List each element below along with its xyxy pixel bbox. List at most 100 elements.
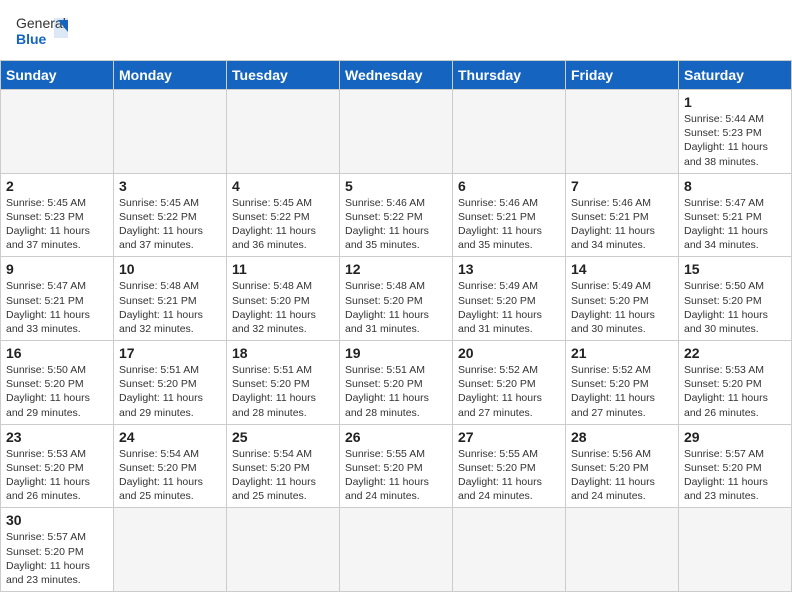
calendar-cell: 8 Sunrise: 5:47 AM Sunset: 5:21 PM Daylig… <box>679 173 792 257</box>
day-number: 21 <box>571 345 673 361</box>
weekday-header-friday: Friday <box>566 61 679 90</box>
day-number: 17 <box>119 345 221 361</box>
calendar-cell: 15 Sunrise: 5:50 AM Sunset: 5:20 PM Dayli… <box>679 257 792 341</box>
calendar-cell <box>114 508 227 592</box>
calendar-cell: 5Sunrise: 5:46 AM Sunset: 5:22 PM Daylig… <box>340 173 453 257</box>
day-info: Sunrise: 5:45 AM Sunset: 5:23 PM Dayligh… <box>6 196 108 253</box>
day-info: Sunrise: 5:45 AM Sunset: 5:22 PM Dayligh… <box>119 196 221 253</box>
day-info: Sunrise: 5:51 AM Sunset: 5:20 PM Dayligh… <box>345 363 447 420</box>
day-number: 25 <box>232 429 334 445</box>
calendar-cell: 2 Sunrise: 5:45 AM Sunset: 5:23 PM Daylig… <box>1 173 114 257</box>
day-info: Sunrise: 5:47 AM Sunset: 5:21 PM Dayligh… <box>6 279 108 336</box>
calendar-cell: 29 Sunrise: 5:57 AM Sunset: 5:20 PM Dayli… <box>679 424 792 508</box>
day-info: Sunrise: 5:44 AM Sunset: 5:23 PM Dayligh… <box>684 112 786 169</box>
svg-text:Blue: Blue <box>16 31 47 47</box>
weekday-header-sunday: Sunday <box>1 61 114 90</box>
day-info: Sunrise: 5:52 AM Sunset: 5:20 PM Dayligh… <box>571 363 673 420</box>
day-info: Sunrise: 5:48 AM Sunset: 5:20 PM Dayligh… <box>232 279 334 336</box>
calendar-cell <box>114 90 227 174</box>
weekday-header-tuesday: Tuesday <box>227 61 340 90</box>
calendar-cell: 6 Sunrise: 5:46 AM Sunset: 5:21 PM Daylig… <box>453 173 566 257</box>
day-info: Sunrise: 5:49 AM Sunset: 5:20 PM Dayligh… <box>458 279 560 336</box>
day-number: 9 <box>6 261 108 277</box>
calendar-cell: 19 Sunrise: 5:51 AM Sunset: 5:20 PM Dayli… <box>340 341 453 425</box>
day-info: Sunrise: 5:47 AM Sunset: 5:21 PM Dayligh… <box>684 196 786 253</box>
calendar-cell: 22Sunrise: 5:53 AM Sunset: 5:20 PM Dayli… <box>679 341 792 425</box>
calendar-cell: 1 Sunrise: 5:44 AM Sunset: 5:23 PM Daylig… <box>679 90 792 174</box>
day-number: 29 <box>684 429 786 445</box>
day-number: 23 <box>6 429 108 445</box>
day-number: 12 <box>345 261 447 277</box>
day-info: Sunrise: 5:55 AM Sunset: 5:20 PM Dayligh… <box>345 447 447 504</box>
calendar-cell: 12 Sunrise: 5:48 AM Sunset: 5:20 PM Dayli… <box>340 257 453 341</box>
calendar-cell <box>1 90 114 174</box>
calendar-cell <box>340 508 453 592</box>
day-number: 8 <box>684 178 786 194</box>
day-number: 16 <box>6 345 108 361</box>
day-info: Sunrise: 5:48 AM Sunset: 5:20 PM Dayligh… <box>345 279 447 336</box>
calendar-cell: 24 Sunrise: 5:54 AM Sunset: 5:20 PM Dayli… <box>114 424 227 508</box>
calendar-cell <box>679 508 792 592</box>
calendar-cell: 17 Sunrise: 5:51 AM Sunset: 5:20 PM Dayli… <box>114 341 227 425</box>
day-info: Sunrise: 5:51 AM Sunset: 5:20 PM Dayligh… <box>232 363 334 420</box>
calendar-cell: 7 Sunrise: 5:46 AM Sunset: 5:21 PM Daylig… <box>566 173 679 257</box>
day-info: Sunrise: 5:51 AM Sunset: 5:20 PM Dayligh… <box>119 363 221 420</box>
day-number: 28 <box>571 429 673 445</box>
day-number: 19 <box>345 345 447 361</box>
day-number: 4 <box>232 178 334 194</box>
day-number: 2 <box>6 178 108 194</box>
day-number: 7 <box>571 178 673 194</box>
day-number: 11 <box>232 261 334 277</box>
calendar-cell: 26 Sunrise: 5:55 AM Sunset: 5:20 PM Dayli… <box>340 424 453 508</box>
day-number: 30 <box>6 512 108 528</box>
calendar-cell: 27Sunrise: 5:55 AM Sunset: 5:20 PM Dayli… <box>453 424 566 508</box>
day-number: 14 <box>571 261 673 277</box>
day-info: Sunrise: 5:46 AM Sunset: 5:22 PM Dayligh… <box>345 196 447 253</box>
day-number: 15 <box>684 261 786 277</box>
day-number: 26 <box>345 429 447 445</box>
day-info: Sunrise: 5:56 AM Sunset: 5:20 PM Dayligh… <box>571 447 673 504</box>
calendar: SundayMondayTuesdayWednesdayThursdayFrid… <box>0 60 792 592</box>
day-info: Sunrise: 5:50 AM Sunset: 5:20 PM Dayligh… <box>6 363 108 420</box>
calendar-cell: 23 Sunrise: 5:53 AM Sunset: 5:20 PM Dayli… <box>1 424 114 508</box>
day-info: Sunrise: 5:53 AM Sunset: 5:20 PM Dayligh… <box>6 447 108 504</box>
day-number: 6 <box>458 178 560 194</box>
calendar-cell <box>227 508 340 592</box>
day-info: Sunrise: 5:54 AM Sunset: 5:20 PM Dayligh… <box>232 447 334 504</box>
day-info: Sunrise: 5:46 AM Sunset: 5:21 PM Dayligh… <box>458 196 560 253</box>
calendar-cell: 20 Sunrise: 5:52 AM Sunset: 5:20 PM Dayli… <box>453 341 566 425</box>
day-info: Sunrise: 5:52 AM Sunset: 5:20 PM Dayligh… <box>458 363 560 420</box>
logo: General Blue <box>16 10 68 54</box>
calendar-cell <box>566 508 679 592</box>
calendar-cell: 28 Sunrise: 5:56 AM Sunset: 5:20 PM Dayli… <box>566 424 679 508</box>
calendar-cell: 9 Sunrise: 5:47 AM Sunset: 5:21 PM Daylig… <box>1 257 114 341</box>
logo-icon: General Blue <box>16 10 68 54</box>
day-info: Sunrise: 5:57 AM Sunset: 5:20 PM Dayligh… <box>6 530 108 587</box>
calendar-cell: 10 Sunrise: 5:48 AM Sunset: 5:21 PM Dayli… <box>114 257 227 341</box>
calendar-cell <box>340 90 453 174</box>
weekday-header-wednesday: Wednesday <box>340 61 453 90</box>
day-number: 10 <box>119 261 221 277</box>
day-info: Sunrise: 5:57 AM Sunset: 5:20 PM Dayligh… <box>684 447 786 504</box>
day-info: Sunrise: 5:53 AM Sunset: 5:20 PM Dayligh… <box>684 363 786 420</box>
day-number: 20 <box>458 345 560 361</box>
day-info: Sunrise: 5:54 AM Sunset: 5:20 PM Dayligh… <box>119 447 221 504</box>
calendar-cell: 30 Sunrise: 5:57 AM Sunset: 5:20 PM Dayli… <box>1 508 114 592</box>
weekday-header-thursday: Thursday <box>453 61 566 90</box>
weekday-header-monday: Monday <box>114 61 227 90</box>
day-info: Sunrise: 5:49 AM Sunset: 5:20 PM Dayligh… <box>571 279 673 336</box>
weekday-header-saturday: Saturday <box>679 61 792 90</box>
calendar-cell: 25 Sunrise: 5:54 AM Sunset: 5:20 PM Dayli… <box>227 424 340 508</box>
day-info: Sunrise: 5:55 AM Sunset: 5:20 PM Dayligh… <box>458 447 560 504</box>
day-info: Sunrise: 5:48 AM Sunset: 5:21 PM Dayligh… <box>119 279 221 336</box>
day-number: 18 <box>232 345 334 361</box>
calendar-cell: 16 Sunrise: 5:50 AM Sunset: 5:20 PM Dayli… <box>1 341 114 425</box>
calendar-cell <box>453 508 566 592</box>
calendar-cell <box>566 90 679 174</box>
day-number: 1 <box>684 94 786 110</box>
day-info: Sunrise: 5:46 AM Sunset: 5:21 PM Dayligh… <box>571 196 673 253</box>
day-info: Sunrise: 5:45 AM Sunset: 5:22 PM Dayligh… <box>232 196 334 253</box>
day-number: 24 <box>119 429 221 445</box>
calendar-cell: 11 Sunrise: 5:48 AM Sunset: 5:20 PM Dayli… <box>227 257 340 341</box>
day-info: Sunrise: 5:50 AM Sunset: 5:20 PM Dayligh… <box>684 279 786 336</box>
